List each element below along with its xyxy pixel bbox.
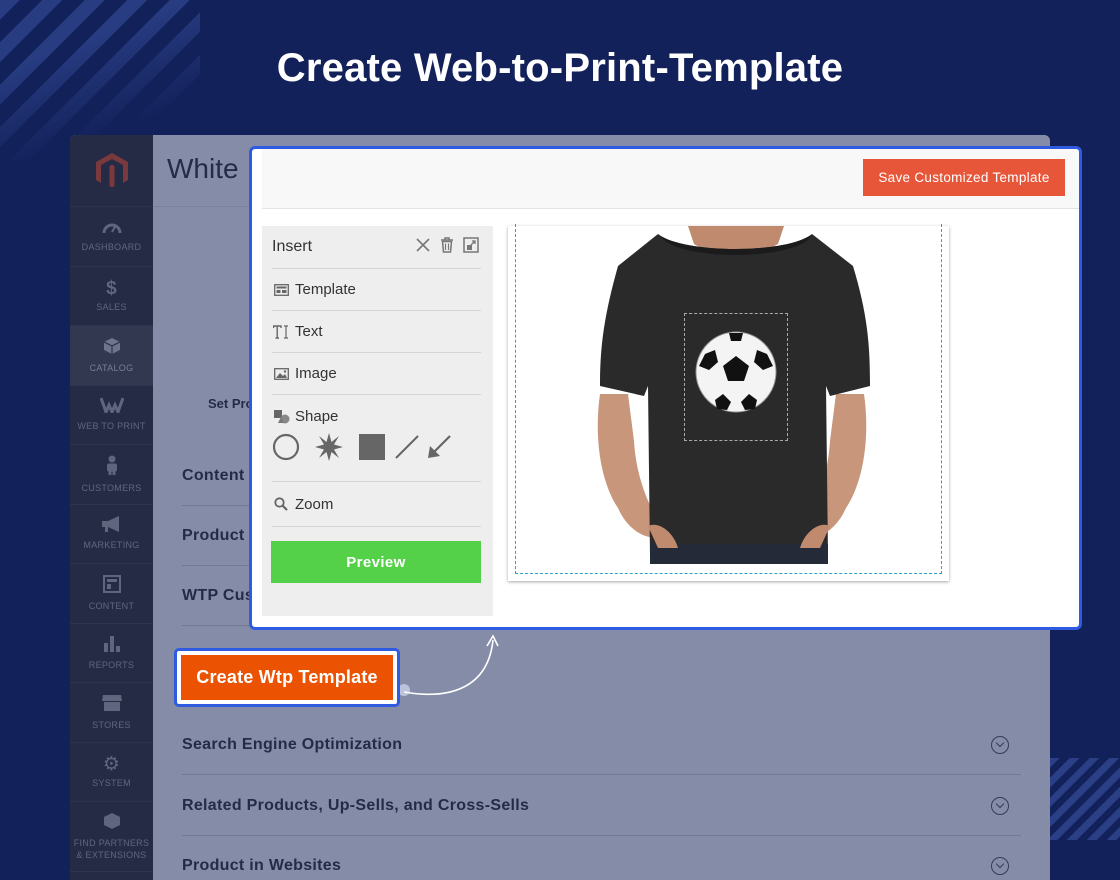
template-editor-modal: Save Customized Template Insert Template — [249, 146, 1082, 630]
image-icon — [272, 367, 290, 380]
editor-toolbar: Save Customized Template — [262, 149, 1079, 209]
star-burst-shape-icon[interactable] — [314, 432, 344, 462]
insert-panel-header: Insert — [272, 226, 481, 269]
create-button-highlight: Create Wtp Template — [174, 648, 400, 707]
arrow-shape-icon[interactable] — [426, 434, 452, 460]
shape-icon — [272, 409, 290, 424]
tool-text[interactable]: Text — [272, 311, 481, 353]
minimize-icon[interactable] — [463, 237, 479, 258]
circle-shape-icon[interactable] — [272, 433, 300, 461]
save-customized-template-button[interactable]: Save Customized Template — [863, 159, 1065, 196]
close-icon[interactable] — [415, 237, 431, 258]
insert-panel: Insert Template Text Image Shape Zoom Pr… — [262, 226, 493, 616]
design-canvas[interactable] — [508, 224, 949, 581]
design-selection-box[interactable] — [684, 313, 788, 441]
tool-template[interactable]: Template — [272, 269, 481, 311]
text-icon — [272, 324, 290, 339]
template-icon — [272, 283, 290, 296]
insert-panel-title: Insert — [272, 238, 313, 255]
trash-icon[interactable] — [439, 237, 455, 258]
preview-button[interactable]: Preview — [271, 541, 481, 583]
create-wtp-template-button[interactable]: Create Wtp Template — [181, 655, 393, 700]
tool-zoom[interactable]: Zoom — [272, 481, 481, 527]
zoom-icon — [272, 497, 290, 511]
shape-palette — [272, 432, 481, 462]
soccer-ball-image — [695, 331, 777, 413]
line-shape-icon[interactable] — [394, 434, 420, 460]
square-shape-icon[interactable] — [358, 433, 386, 461]
tool-image[interactable]: Image — [272, 353, 481, 395]
tool-shape[interactable]: Shape — [272, 395, 481, 437]
